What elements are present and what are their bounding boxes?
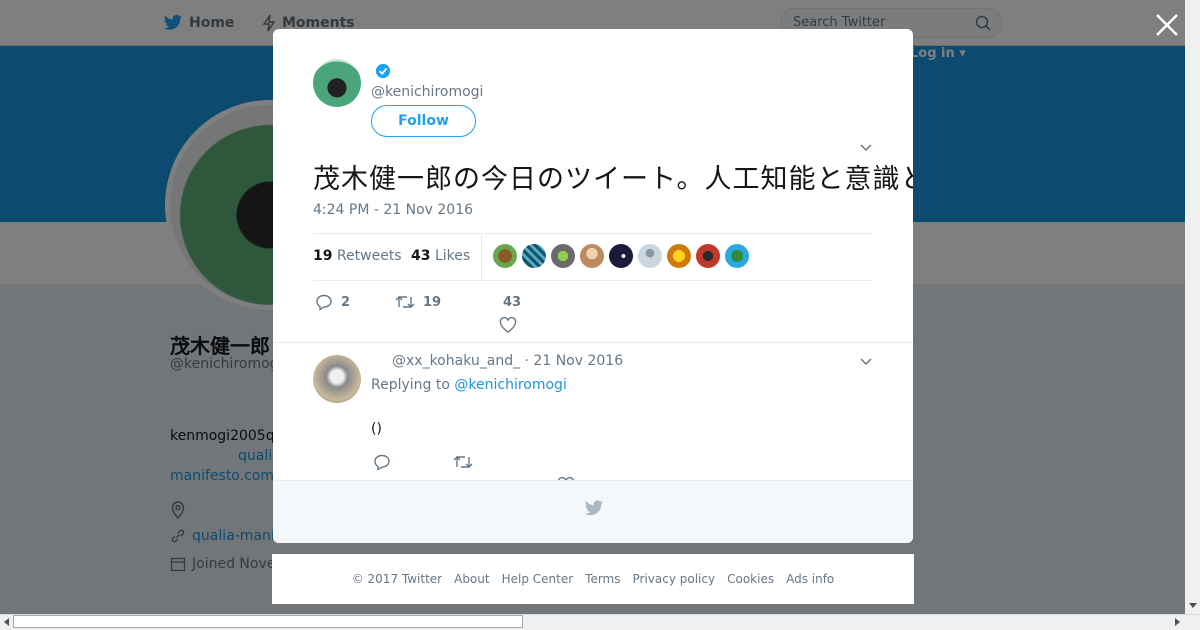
liker-avatar[interactable]	[725, 244, 749, 268]
scroll-left-arrow-icon[interactable]	[2, 617, 12, 627]
tweet-author-handle[interactable]: @kenichiromogi	[371, 84, 483, 100]
replying-to-handle[interactable]: @kenichiromogi	[454, 377, 566, 393]
retweets-stat[interactable]: 19 Retweets	[313, 248, 402, 264]
liker-avatar[interactable]	[551, 244, 575, 268]
tweet-timestamp[interactable]: 4:24 PM - 21 Nov 2016	[313, 202, 473, 218]
heart-icon[interactable]	[499, 317, 517, 333]
footer-link-privacy[interactable]: Privacy policy	[633, 572, 716, 586]
modal-footer	[273, 480, 913, 543]
footer-link-help-center[interactable]: Help Center	[502, 572, 574, 586]
retweets-count: 19	[313, 248, 333, 264]
vertical-scrollbar[interactable]	[1185, 0, 1200, 615]
close-icon[interactable]	[1154, 12, 1180, 38]
liker-avatar[interactable]	[493, 244, 517, 268]
horizontal-scrollbar-thumb[interactable]	[13, 615, 523, 628]
footer-link-cookies[interactable]: Cookies	[727, 572, 774, 586]
likers-avatars	[493, 244, 749, 268]
replying-to: Replying to @kenichiromogi	[371, 377, 567, 393]
likes-count: 43	[411, 248, 431, 264]
reply-text: ()	[371, 421, 382, 437]
reply-author-avatar[interactable]	[313, 355, 361, 403]
footer-link-terms[interactable]: Terms	[585, 572, 620, 586]
retweet-icon[interactable]	[453, 453, 473, 471]
likes-stat[interactable]: 43 Likes	[411, 248, 470, 264]
tweet-author-avatar[interactable]	[313, 59, 361, 107]
chevron-down-icon[interactable]	[859, 140, 873, 154]
scroll-right-arrow-icon[interactable]	[1172, 617, 1182, 627]
follow-button[interactable]: Follow	[371, 105, 476, 137]
stats-divider	[481, 234, 482, 280]
section-divider	[273, 342, 913, 343]
retweet-button[interactable]: 19	[395, 293, 441, 311]
chevron-down-icon[interactable]	[859, 354, 873, 368]
liker-avatar[interactable]	[580, 244, 604, 268]
liker-avatar[interactable]	[638, 244, 662, 268]
reply-icon	[316, 294, 332, 311]
like-count: 43	[503, 295, 522, 310]
retweet-icon	[395, 296, 415, 308]
footer-copyright: © 2017 Twitter	[351, 572, 443, 586]
site-footer: © 2017 Twitter About Help Center Terms P…	[272, 554, 914, 604]
reply-icon[interactable]	[373, 453, 391, 471]
liker-avatar[interactable]	[609, 244, 633, 268]
tweet-stats: 19 Retweets 43 Likes	[313, 233, 873, 281]
scroll-down-arrow-icon[interactable]	[1188, 600, 1198, 610]
footer-link-about[interactable]: About	[454, 572, 489, 586]
liker-avatar[interactable]	[522, 244, 546, 268]
retweets-label: Retweets	[336, 248, 402, 264]
retweet-count: 19	[423, 294, 442, 310]
likes-label: Likes	[434, 248, 471, 264]
reply-count: 2	[341, 294, 351, 310]
replying-to-prefix: Replying to	[371, 377, 450, 393]
tweet-text: 茂木健一郎の今日のツイート。人工知能と意識とクオリアについて考えていることを、少…	[313, 164, 913, 195]
verified-badge-icon	[375, 63, 391, 79]
twitter-bird-icon	[584, 500, 604, 516]
reply-meta[interactable]: @xx_kohaku_and_ · 21 Nov 2016	[392, 353, 623, 369]
reply-button[interactable]: 2	[315, 293, 350, 311]
liker-avatar[interactable]	[667, 244, 691, 268]
liker-avatar[interactable]	[696, 244, 720, 268]
tweet-modal: @kenichiromogi Follow 茂木健一郎の今日のツイート。人工知能…	[273, 29, 913, 543]
tweet-actions: 2 19 43	[313, 293, 873, 337]
footer-link-ads-info[interactable]: Ads info	[786, 572, 834, 586]
